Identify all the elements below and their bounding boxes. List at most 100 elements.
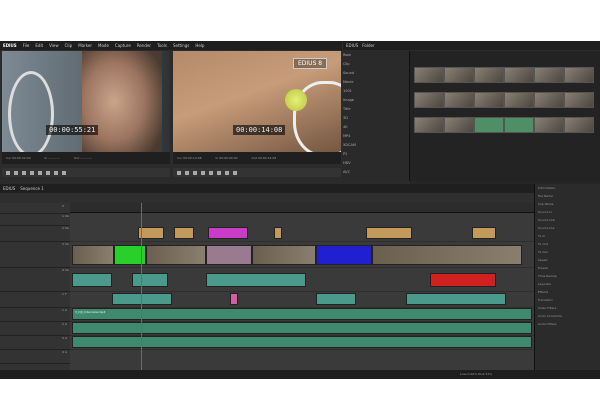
track-header[interactable]: 4 VA: [0, 267, 70, 292]
tree-item[interactable]: Movie: [343, 78, 409, 87]
clip-thumbnail[interactable]: [504, 67, 534, 83]
clip-thumbnail[interactable]: [564, 117, 594, 133]
info-row: TL In: [538, 234, 546, 238]
rewind-icon[interactable]: [6, 170, 10, 175]
track-header[interactable]: 1 T: [0, 291, 70, 308]
menu-capture[interactable]: Capture: [115, 43, 131, 48]
track-header[interactable]: 3 VA: [0, 241, 70, 268]
menu-view[interactable]: View: [49, 43, 59, 48]
track-header[interactable]: 4 A: [0, 349, 70, 364]
effect-tree-item[interactable]: Audio Filters: [535, 320, 600, 328]
title-clip[interactable]: [406, 293, 506, 305]
tree-item[interactable]: Sound: [343, 69, 409, 78]
tree-item[interactable]: 1001: [343, 87, 409, 96]
menu-clip[interactable]: Clip: [65, 43, 73, 48]
video-clip[interactable]: [146, 245, 206, 265]
set-in-icon[interactable]: [225, 170, 229, 175]
clip-thumbnail[interactable]: [504, 92, 534, 108]
track-label: 2 VA: [62, 226, 69, 230]
track-header[interactable]: 2 A: [0, 321, 70, 336]
clip-thumbnail[interactable]: [444, 67, 474, 83]
menu-mode[interactable]: Mode: [98, 43, 109, 48]
video-clip[interactable]: [252, 245, 316, 265]
tree-item[interactable]: Image: [343, 96, 409, 105]
tree-item[interactable]: MP4: [343, 132, 409, 141]
loop-icon[interactable]: [46, 170, 50, 175]
step-back-icon[interactable]: [185, 170, 189, 175]
clip-thumbnail[interactable]: [444, 92, 474, 108]
video-clip[interactable]: [372, 245, 522, 265]
menu-marker[interactable]: Marker: [78, 43, 92, 48]
track-header[interactable]: 1 A: [0, 307, 70, 322]
clip-thumbnail[interactable]: [414, 92, 444, 108]
clip-thumbnail[interactable]: [474, 67, 504, 83]
title-clip[interactable]: [72, 273, 112, 287]
menu-tools[interactable]: Tools: [157, 43, 167, 48]
step-forward-icon[interactable]: [201, 170, 205, 175]
tree-item[interactable]: XDCAM: [343, 141, 409, 150]
menu-edit[interactable]: Edit: [35, 43, 43, 48]
bin-tab-folder[interactable]: Folder: [362, 43, 374, 48]
menu-settings[interactable]: Settings: [173, 43, 189, 48]
video-clip[interactable]: [472, 227, 496, 239]
title-clip[interactable]: [132, 273, 168, 287]
menu-help[interactable]: Help: [195, 43, 204, 48]
track-row: [70, 269, 534, 292]
recorder-monitor[interactable]: EDIUS 8 00:00:14:08: [173, 51, 341, 163]
track-header[interactable]: 3 A: [0, 335, 70, 350]
menu-render[interactable]: Render: [137, 43, 151, 48]
title-clip[interactable]: [230, 293, 238, 305]
clip-thumbnail[interactable]: [474, 92, 504, 108]
info-row: Source Out: [538, 218, 555, 222]
play-icon[interactable]: [193, 170, 197, 175]
title-clip[interactable]: [430, 273, 496, 287]
timeline-playhead[interactable]: [141, 203, 142, 379]
menu-file[interactable]: File: [23, 43, 30, 48]
clip-thumbnail[interactable]: [414, 117, 444, 133]
play-icon[interactable]: [22, 170, 26, 175]
clip-thumbnail[interactable]: [414, 67, 444, 83]
video-clip[interactable]: [366, 227, 412, 239]
tree-item[interactable]: AVC: [343, 168, 409, 177]
loop-icon[interactable]: [217, 170, 221, 175]
effect-tree-item[interactable]: Video Filters: [535, 304, 600, 312]
video-clip[interactable]: [316, 245, 372, 265]
tree-item[interactable]: 4K: [343, 123, 409, 132]
clip-thumbnail[interactable]: [564, 92, 594, 108]
video-clip[interactable]: [174, 227, 194, 239]
clip-thumbnail[interactable]: [534, 67, 564, 83]
clip-thumbnail[interactable]: [564, 67, 594, 83]
set-in-icon[interactable]: [54, 170, 58, 175]
clip-thumbnail[interactable]: [444, 117, 474, 133]
title-clip[interactable]: [206, 273, 306, 287]
clip-thumbnail[interactable]: [534, 117, 564, 133]
title-clip[interactable]: [316, 293, 356, 305]
set-out-icon[interactable]: [233, 170, 237, 175]
audio-clip-thumbnail[interactable]: [504, 117, 534, 133]
video-clip[interactable]: [208, 227, 248, 239]
rewind-icon[interactable]: [177, 170, 181, 175]
clip-thumbnail[interactable]: [534, 92, 564, 108]
video-clip[interactable]: [274, 227, 282, 239]
title-clip[interactable]: [112, 293, 172, 305]
tree-item[interactable]: 3D: [343, 114, 409, 123]
track-header[interactable]: 2 VA: [0, 225, 70, 242]
set-out-icon[interactable]: [62, 170, 66, 175]
player-monitor[interactable]: 00:00:55:21: [2, 51, 170, 163]
tree-item[interactable]: P2: [343, 150, 409, 159]
timeline-ruler[interactable]: [70, 203, 534, 213]
video-clip[interactable]: [72, 245, 114, 265]
audio-clip-thumbnail[interactable]: [474, 117, 504, 133]
tree-item[interactable]: Root: [343, 51, 409, 60]
effect-tree-item[interactable]: Color Correction: [535, 312, 600, 320]
video-clip[interactable]: [206, 245, 252, 265]
tree-item[interactable]: Clip: [343, 60, 409, 69]
step-back-icon[interactable]: [14, 170, 18, 175]
fast-forward-icon[interactable]: [209, 170, 213, 175]
tree-item[interactable]: Title: [343, 105, 409, 114]
tree-item[interactable]: HDV: [343, 159, 409, 168]
effect-tree-item[interactable]: Transition: [535, 296, 600, 304]
fast-forward-icon[interactable]: [38, 170, 42, 175]
sequence-tab[interactable]: Sequence 1: [20, 186, 44, 191]
step-forward-icon[interactable]: [30, 170, 34, 175]
